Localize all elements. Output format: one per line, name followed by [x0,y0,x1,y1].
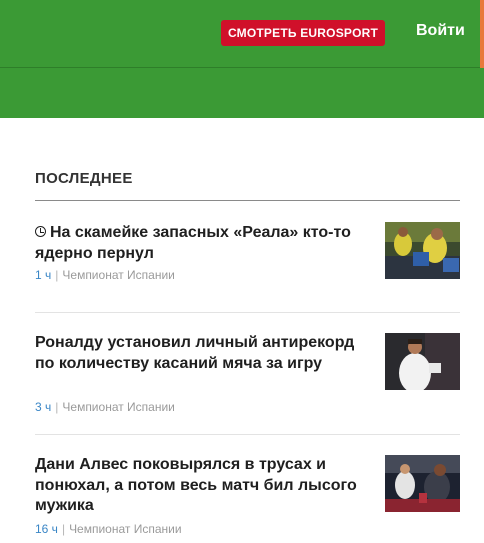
news-meta: 3 ч | Чемпионат Испании [35,400,175,414]
news-meta: 16 ч | Чемпионат Испании [35,522,182,536]
news-item: На скамейке запасных «Реала» кто-то ядер… [35,201,460,313]
site-header: СМОТРЕТЬ EUROSPORT Войти [0,0,484,118]
news-headline[interactable]: Роналду установил личный антирекорд по к… [35,333,365,374]
news-meta: 1 ч | Чемпионат Испании [35,268,175,282]
news-headline[interactable]: Дани Алвес поковырялся в трусах и понюха… [35,455,365,517]
news-time[interactable]: 1 ч [35,268,51,282]
news-thumbnail[interactable] [385,333,460,390]
news-category[interactable]: Чемпионат Испании [62,400,175,414]
news-category[interactable]: Чемпионат Испании [69,522,182,536]
news-thumbnail[interactable] [385,222,460,279]
meta-separator: | [55,400,59,414]
meta-separator: | [61,522,66,536]
news-time[interactable]: 16 ч [35,522,58,536]
header-divider [0,67,480,68]
clock-icon [35,226,46,237]
login-link[interactable]: Войти [416,22,465,40]
news-headline[interactable]: На скамейке запасных «Реала» кто-то ядер… [35,223,365,264]
news-item: Дани Алвес поковырялся в трусах и понюха… [35,435,460,543]
latest-news-section: ПОСЛЕДНЕЕ На скамейке запасных «Реала» к… [35,118,460,543]
section-title: ПОСЛЕДНЕЕ [35,170,460,201]
news-thumbnail[interactable] [385,455,460,512]
watch-eurosport-button[interactable]: СМОТРЕТЬ EUROSPORT [221,20,385,46]
news-category[interactable]: Чемпионат Испании [62,268,175,282]
news-time[interactable]: 3 ч [35,400,51,414]
meta-separator: | [55,268,59,282]
news-item: Роналду установил личный антирекорд по к… [35,313,460,435]
header-edge-accent [480,0,484,68]
